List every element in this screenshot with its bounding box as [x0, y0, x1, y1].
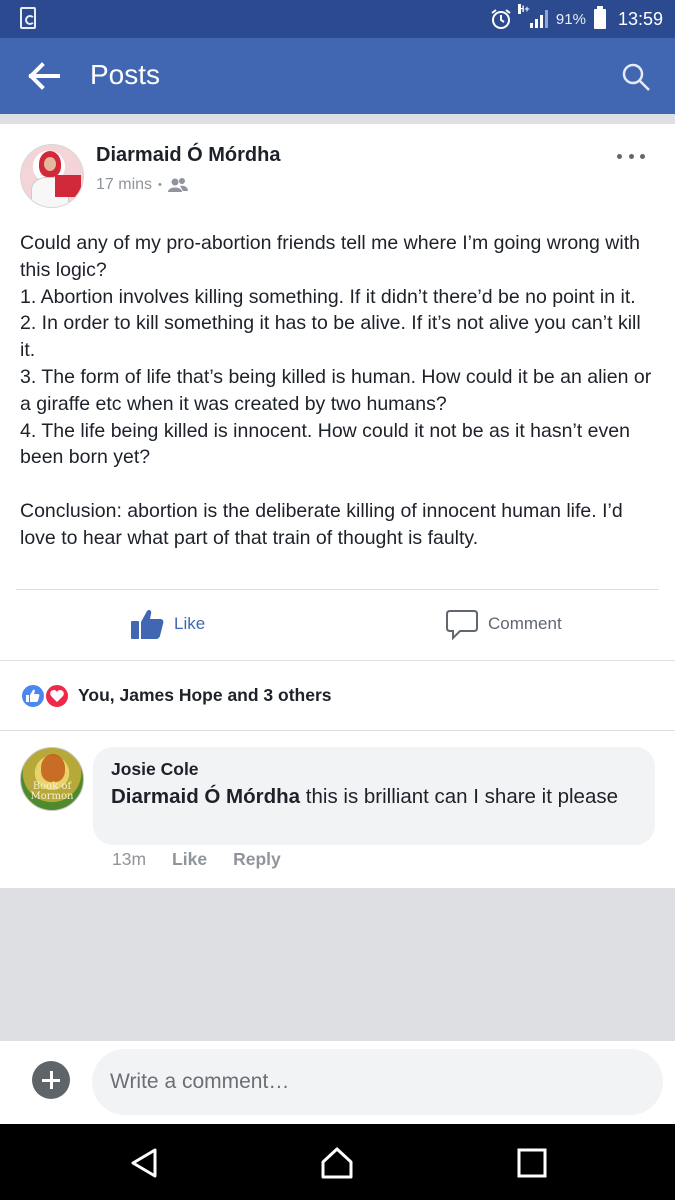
avatar-logo-text: Book of Mormon — [30, 781, 74, 802]
post-card: Diarmaid Ó Mórdha 17 mins • Could any of… — [0, 124, 675, 660]
battery-percent: 91% — [555, 10, 586, 28]
comment-mention[interactable]: Diarmaid Ó Mórdha — [111, 785, 300, 808]
like-button[interactable]: Like — [130, 608, 205, 640]
comment-like-link[interactable]: Like — [172, 849, 207, 870]
avatar-face — [44, 157, 56, 171]
comment-bubble-icon — [446, 610, 478, 640]
reactions-row[interactable]: You, James Hope and 3 others — [0, 661, 675, 731]
post-body: Could any of my pro-abortion friends tel… — [20, 230, 660, 552]
post-author[interactable]: Diarmaid Ó Mórdha — [96, 144, 280, 167]
like-label: Like — [174, 614, 206, 633]
nav-home-icon[interactable] — [320, 1146, 354, 1180]
meta-separator: • — [158, 179, 162, 191]
comment-bubble[interactable]: Josie Cole Diarmaid Ó Mórdha this is bri… — [93, 747, 655, 845]
like-reaction-icon — [20, 683, 46, 709]
empty-background — [0, 888, 675, 1040]
commenter-avatar[interactable]: Book of Mormon — [20, 747, 84, 811]
back-arrow-icon[interactable] — [28, 60, 62, 92]
post-actions: Like Comment — [0, 590, 675, 660]
like-thumb-icon — [131, 610, 164, 639]
reaction-icons — [20, 683, 72, 709]
avatar-sign — [55, 175, 81, 197]
status-right-group: H+ 91% 13:59 — [490, 0, 663, 38]
signal-icon: H+ — [517, 4, 548, 28]
friends-privacy-icon — [167, 178, 188, 192]
post-paragraph: 1. Abortion involves killing something. … — [20, 285, 636, 308]
search-icon[interactable] — [621, 62, 651, 92]
post-meta: 17 mins • — [96, 176, 188, 194]
comment-meta: 13m Like Reply — [112, 849, 281, 870]
comment-button[interactable]: Comment — [446, 608, 562, 640]
feed-gap — [0, 114, 675, 124]
network-type: H+ — [517, 4, 530, 14]
post-paragraph: Could any of my pro-abortion friends tel… — [20, 232, 640, 281]
avatar-tree — [41, 754, 65, 782]
alarm-icon — [491, 9, 511, 29]
author-avatar[interactable] — [20, 144, 84, 208]
status-bar: H+ 91% 13:59 — [0, 0, 675, 38]
more-options-icon[interactable] — [617, 154, 645, 162]
comment-time: 13m — [112, 849, 147, 869]
post-paragraph: 2. In order to kill something it has to … — [20, 312, 641, 362]
commenter-name[interactable]: Josie Cole — [111, 759, 199, 780]
post-time[interactable]: 17 mins — [96, 176, 152, 194]
reactions-summary: You, James Hope and 3 others — [78, 685, 332, 705]
sim-card-icon — [20, 7, 36, 29]
app-bar: Posts — [0, 38, 675, 114]
comment-body: this is brilliant can I share it please — [300, 785, 618, 808]
love-reaction-icon — [44, 683, 70, 709]
post-paragraph: 3. The form of life that’s being killed … — [20, 365, 652, 415]
comment-item: Book of Mormon Josie Cole Diarmaid Ó Mór… — [0, 731, 675, 888]
clock-time: 13:59 — [617, 8, 663, 29]
nav-recents-icon[interactable] — [515, 1146, 549, 1180]
battery-icon — [593, 6, 606, 29]
add-attachment-icon[interactable] — [32, 1061, 70, 1099]
page-title: Posts — [90, 59, 161, 90]
comment-composer — [0, 1040, 675, 1124]
nav-back-icon[interactable] — [128, 1146, 162, 1180]
post-paragraph: 4. The life being killed is innocent. Ho… — [20, 419, 630, 469]
comment-reply-link[interactable]: Reply — [233, 849, 281, 870]
comment-label: Comment — [488, 614, 562, 633]
post-paragraph: Conclusion: abortion is the deliberate k… — [20, 499, 623, 549]
system-nav-bar — [0, 1124, 675, 1200]
comment-input[interactable] — [92, 1049, 663, 1115]
comment-text: Diarmaid Ó Mórdha this is brilliant can … — [111, 783, 631, 811]
